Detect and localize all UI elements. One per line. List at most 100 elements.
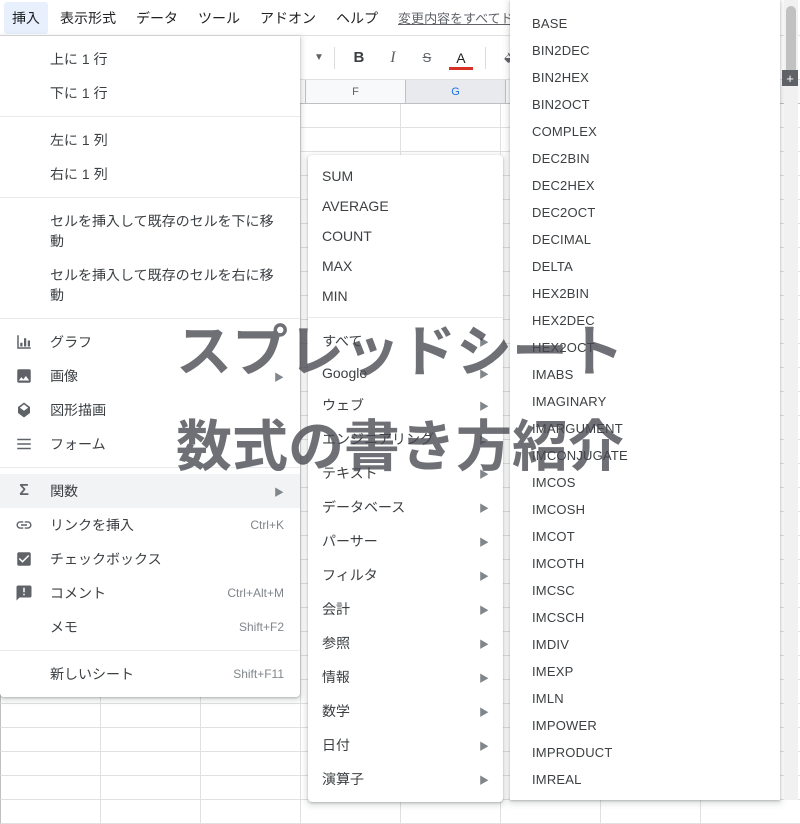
fn-list-item[interactable]: BASE bbox=[510, 10, 780, 37]
cell[interactable] bbox=[401, 104, 501, 128]
fn-category-item[interactable]: 演算子▶ bbox=[308, 762, 503, 796]
insert-comment[interactable]: コメント Ctrl+Alt+M bbox=[0, 576, 300, 610]
fn-list-item[interactable]: IMCONJUGATE bbox=[510, 442, 780, 469]
insert-checkbox[interactable]: チェックボックス bbox=[0, 542, 300, 576]
fn-category-item[interactable]: すべて▶ bbox=[308, 324, 503, 358]
fn-list-item[interactable]: IMCOS bbox=[510, 469, 780, 496]
cell[interactable] bbox=[201, 776, 301, 800]
insert-link[interactable]: リンクを挿入 Ctrl+K bbox=[0, 508, 300, 542]
fn-list-item[interactable]: DELTA bbox=[510, 253, 780, 280]
cell[interactable] bbox=[201, 728, 301, 752]
insert-form[interactable]: フォーム bbox=[0, 427, 300, 461]
fn-list-item[interactable]: IMCOTH bbox=[510, 550, 780, 577]
scroll-thumb[interactable] bbox=[786, 6, 796, 76]
vertical-scrollbar[interactable] bbox=[784, 0, 798, 800]
fn-category-item[interactable]: テキスト▶ bbox=[308, 456, 503, 490]
insert-row-above[interactable]: 上に 1 行 bbox=[0, 42, 300, 76]
insert-col-left[interactable]: 左に 1 列 bbox=[0, 123, 300, 157]
cell[interactable] bbox=[1, 800, 101, 824]
cell[interactable] bbox=[301, 104, 401, 128]
insert-new-sheet[interactable]: 新しいシート Shift+F11 bbox=[0, 657, 300, 691]
cell[interactable] bbox=[201, 800, 301, 824]
fn-list-item[interactable]: DECIMAL bbox=[510, 226, 780, 253]
insert-cells-shift-down[interactable]: セルを挿入して既存のセルを下に移動 bbox=[0, 204, 300, 258]
cell[interactable] bbox=[301, 800, 401, 824]
fn-top-item[interactable]: SUM bbox=[308, 161, 503, 191]
fn-list-item[interactable]: HEX2DEC bbox=[510, 307, 780, 334]
fn-category-item[interactable]: 情報▶ bbox=[308, 660, 503, 694]
fn-top-item[interactable]: COUNT bbox=[308, 221, 503, 251]
text-color-button[interactable]: A bbox=[447, 44, 475, 72]
col-header-g[interactable]: G bbox=[406, 80, 506, 103]
fn-list-item[interactable]: DEC2OCT bbox=[510, 199, 780, 226]
fn-list-item[interactable]: IMARGUMENT bbox=[510, 415, 780, 442]
cell[interactable] bbox=[401, 128, 501, 152]
fn-list-item[interactable]: COMPLEX bbox=[510, 118, 780, 145]
menu-tools[interactable]: ツール bbox=[190, 2, 248, 34]
menu-format[interactable]: 表示形式 bbox=[52, 2, 124, 34]
italic-button[interactable]: I bbox=[379, 44, 407, 72]
insert-cells-shift-right[interactable]: セルを挿入して既存のセルを右に移動 bbox=[0, 258, 300, 312]
fn-list-item[interactable]: IMSEC bbox=[510, 793, 780, 800]
fn-list-item[interactable]: IMCOSH bbox=[510, 496, 780, 523]
fn-category-item[interactable]: エンジニアリング▶ bbox=[308, 422, 503, 456]
insert-drawing[interactable]: 図形描画 bbox=[0, 393, 300, 427]
cell[interactable] bbox=[1, 728, 101, 752]
fn-category-item[interactable]: 会計▶ bbox=[308, 592, 503, 626]
cell[interactable] bbox=[101, 776, 201, 800]
fn-category-item[interactable]: 日付▶ bbox=[308, 728, 503, 762]
fn-category-item[interactable]: データベース▶ bbox=[308, 490, 503, 524]
insert-row-below[interactable]: 下に 1 行 bbox=[0, 76, 300, 110]
cell[interactable] bbox=[401, 800, 501, 824]
fn-category-item[interactable]: 参照▶ bbox=[308, 626, 503, 660]
fn-list-item[interactable]: IMREAL bbox=[510, 766, 780, 793]
fn-list-item[interactable]: IMAGINARY bbox=[510, 388, 780, 415]
menu-help[interactable]: ヘルプ bbox=[328, 2, 386, 34]
insert-col-right[interactable]: 右に 1 列 bbox=[0, 157, 300, 191]
menu-addons[interactable]: アドオン bbox=[252, 2, 324, 34]
fn-top-item[interactable]: MAX bbox=[308, 251, 503, 281]
menu-data[interactable]: データ bbox=[128, 2, 186, 34]
fn-list-item[interactable]: HEX2OCT bbox=[510, 334, 780, 361]
fn-list-item[interactable]: IMABS bbox=[510, 361, 780, 388]
fn-category-item[interactable]: ウェブ▶ bbox=[308, 388, 503, 422]
cell[interactable] bbox=[101, 704, 201, 728]
cell[interactable] bbox=[501, 800, 601, 824]
fn-list-item[interactable]: IMCSC bbox=[510, 577, 780, 604]
fn-list-item[interactable]: IMCSCH bbox=[510, 604, 780, 631]
insert-function[interactable]: Σ 関数 ▶ bbox=[0, 474, 300, 508]
fn-category-item[interactable]: 数学▶ bbox=[308, 694, 503, 728]
menu-insert[interactable]: 挿入 bbox=[4, 2, 48, 34]
font-size-caret-icon[interactable]: ▼ bbox=[314, 52, 324, 63]
cell[interactable] bbox=[201, 752, 301, 776]
cell[interactable] bbox=[1, 776, 101, 800]
fn-list-item[interactable]: IMDIV bbox=[510, 631, 780, 658]
fn-list-item[interactable]: IMEXP bbox=[510, 658, 780, 685]
fn-list-item[interactable]: BIN2DEC bbox=[510, 37, 780, 64]
bold-button[interactable]: B bbox=[345, 44, 373, 72]
fn-list-item[interactable]: DEC2BIN bbox=[510, 145, 780, 172]
fn-top-item[interactable]: AVERAGE bbox=[308, 191, 503, 221]
cell[interactable] bbox=[301, 128, 401, 152]
fn-category-item[interactable]: Google▶ bbox=[308, 358, 503, 388]
fn-list-item[interactable]: IMPRODUCT bbox=[510, 739, 780, 766]
fn-list-item[interactable]: BIN2OCT bbox=[510, 91, 780, 118]
cell[interactable] bbox=[201, 704, 301, 728]
fn-list-item[interactable]: DEC2HEX bbox=[510, 172, 780, 199]
fn-list-item[interactable]: HEX2BIN bbox=[510, 280, 780, 307]
fn-list-item[interactable]: IMCOT bbox=[510, 523, 780, 550]
col-header-f[interactable]: F bbox=[306, 80, 406, 103]
cell[interactable] bbox=[101, 752, 201, 776]
insert-note[interactable]: メモ Shift+F2 bbox=[0, 610, 300, 644]
cell[interactable] bbox=[701, 800, 800, 824]
cell[interactable] bbox=[101, 800, 201, 824]
fn-list-item[interactable]: BIN2HEX bbox=[510, 64, 780, 91]
fn-category-item[interactable]: パーサー▶ bbox=[308, 524, 503, 558]
fn-list-item[interactable]: IMLN bbox=[510, 685, 780, 712]
cell[interactable] bbox=[1, 752, 101, 776]
insert-chart[interactable]: グラフ bbox=[0, 325, 300, 359]
fn-category-item[interactable]: フィルタ▶ bbox=[308, 558, 503, 592]
insert-image[interactable]: 画像 ▶ bbox=[0, 359, 300, 393]
fn-top-item[interactable]: MIN bbox=[308, 281, 503, 311]
add-panel-button[interactable]: + bbox=[782, 70, 798, 86]
